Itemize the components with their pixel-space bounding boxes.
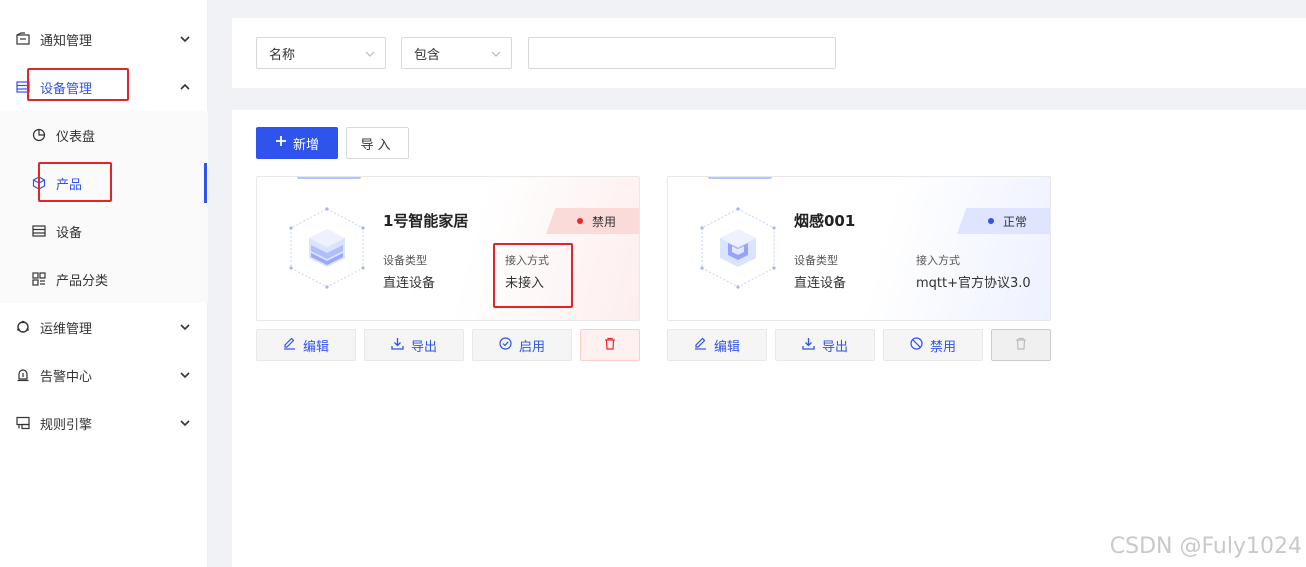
- status-label: 禁用: [592, 214, 617, 229]
- plus-icon: [275, 135, 287, 151]
- sidebar-item-dashboard[interactable]: 仪表盘: [0, 111, 208, 159]
- sidebar-item-rule[interactable]: 规则引擎: [0, 399, 208, 447]
- trash-icon: [1015, 337, 1027, 354]
- delete-button-disabled[interactable]: [991, 329, 1051, 361]
- status-badge: 禁用: [539, 208, 639, 234]
- ops-icon: [16, 320, 30, 334]
- sidebar-item-label: 告警中心: [40, 369, 93, 385]
- chevron-up-icon: [180, 82, 190, 92]
- edit-label: 编辑: [302, 339, 329, 355]
- status-label: 正常: [1003, 214, 1028, 229]
- sidebar-item-label: 产品分类: [56, 273, 109, 289]
- chevron-down-icon: [491, 48, 501, 58]
- device-type-label: 设备类型: [383, 254, 427, 267]
- access-label: 接入方式: [916, 254, 960, 267]
- search-input[interactable]: [528, 37, 836, 69]
- sidebar-item-label: 仪表盘: [56, 129, 96, 145]
- status-dot: [577, 218, 583, 224]
- device-icon: [32, 224, 46, 238]
- status-badge: 正常: [950, 208, 1050, 234]
- operator-select[interactable]: 包含: [401, 37, 512, 69]
- export-label: 导出: [821, 339, 848, 355]
- download-icon: [802, 337, 815, 354]
- field-select-value: 名称: [269, 47, 296, 63]
- operator-select-value: 包含: [414, 47, 441, 63]
- sidebar-item-device[interactable]: 设备: [0, 207, 208, 255]
- chevron-down-icon: [180, 34, 190, 44]
- annotation-box: [493, 243, 573, 308]
- trash-icon: [604, 337, 616, 354]
- add-button-label: 新增: [292, 137, 319, 153]
- export-label: 导出: [410, 339, 437, 355]
- product-card[interactable]: 烟感001 正常 设备类型 直连设备 接入方式 mqtt+官方协议3.0: [667, 176, 1051, 321]
- active-indicator: [204, 163, 207, 203]
- card-accent: [297, 177, 361, 179]
- access-value: mqtt+官方协议3.0: [916, 276, 1031, 291]
- chevron-down-icon: [365, 48, 375, 58]
- product-card[interactable]: 1号智能家居 禁用 设备类型 直连设备 接入方式 未接入: [256, 176, 640, 321]
- annotation-box: [38, 162, 112, 202]
- rule-icon: [16, 416, 30, 430]
- card-accent: [708, 177, 772, 179]
- annotation-box: [27, 68, 129, 101]
- edit-button[interactable]: 编辑: [667, 329, 767, 361]
- edit-icon: [694, 337, 707, 354]
- disable-button[interactable]: 禁用: [883, 329, 983, 361]
- product-cube-icon: [700, 207, 776, 289]
- sidebar-item-label: 通知管理: [40, 33, 93, 49]
- chevron-down-icon: [180, 322, 190, 332]
- dashboard-icon: [32, 128, 46, 142]
- product-cube-icon: [289, 207, 365, 289]
- edit-button[interactable]: 编辑: [256, 329, 356, 361]
- import-button[interactable]: 导入: [346, 127, 409, 159]
- edit-label: 编辑: [713, 339, 740, 355]
- sidebar-item-alarm[interactable]: 告警中心: [0, 351, 208, 399]
- enable-button[interactable]: 启用: [472, 329, 572, 361]
- notice-icon: [16, 32, 30, 46]
- sidebar-item-label: 设备: [56, 225, 83, 241]
- edit-icon: [283, 337, 296, 354]
- stop-icon: [910, 336, 923, 354]
- field-select[interactable]: 名称: [256, 37, 386, 69]
- sidebar-item-notice[interactable]: 通知管理: [0, 15, 208, 63]
- watermark: CSDN @Fuly1024: [1109, 534, 1302, 559]
- sidebar-item-ops[interactable]: 运维管理: [0, 303, 208, 351]
- status-dot: [988, 218, 994, 224]
- device-type-value: 直连设备: [383, 276, 436, 291]
- card-title: 烟感001: [794, 212, 856, 230]
- card-title: 1号智能家居: [383, 212, 469, 230]
- check-circle-icon: [499, 336, 512, 354]
- add-button[interactable]: 新增: [256, 127, 338, 159]
- content-panel: 新增 导入 1号智能家居 禁用 设备类型 直连设备 接入方式 未接入 烟感001…: [232, 110, 1306, 567]
- disable-label: 禁用: [929, 339, 956, 355]
- sidebar-item-label: 运维管理: [40, 321, 93, 337]
- export-button[interactable]: 导出: [775, 329, 875, 361]
- alarm-icon: [16, 368, 30, 382]
- export-button[interactable]: 导出: [364, 329, 464, 361]
- sidebar-item-label: 规则引擎: [40, 417, 93, 433]
- enable-label: 启用: [518, 339, 545, 355]
- sidebar-item-category[interactable]: 产品分类: [0, 255, 208, 303]
- download-icon: [391, 337, 404, 354]
- device-type-label: 设备类型: [794, 254, 838, 267]
- category-icon: [32, 272, 46, 286]
- chevron-down-icon: [180, 418, 190, 428]
- chevron-down-icon: [180, 370, 190, 380]
- search-panel: 名称 包含: [232, 18, 1306, 88]
- delete-button[interactable]: [580, 329, 640, 361]
- device-type-value: 直连设备: [794, 276, 847, 291]
